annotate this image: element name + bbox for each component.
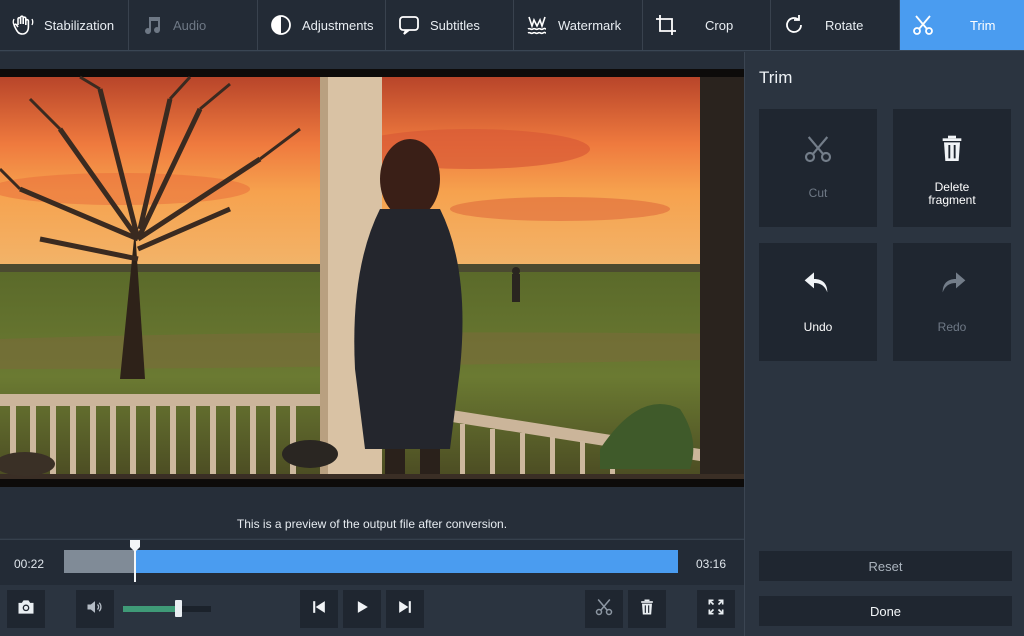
timeline-played-segment: [64, 550, 135, 573]
trash-icon: [934, 131, 970, 167]
trim-panel: Trim Cut Delete fragment Undo Redo Reset…: [744, 52, 1024, 636]
preview-note: This is a preview of the output file aft…: [236, 517, 508, 531]
delete-fragment-button[interactable]: Delete fragment: [893, 109, 1011, 227]
tab-label: Rotate: [825, 17, 864, 33]
volume-slider[interactable]: [123, 600, 211, 617]
play-button[interactable]: [343, 590, 381, 628]
tab-label: Crop: [705, 17, 734, 33]
tab-label: Stabilization: [44, 17, 115, 33]
video-still-image: [0, 69, 744, 487]
tab-audio[interactable]: Audio: [129, 0, 258, 50]
video-frame[interactable]: [0, 69, 744, 487]
trash-icon: [637, 597, 657, 622]
undo-button[interactable]: Undo: [759, 243, 877, 361]
cut-button[interactable]: [585, 590, 623, 628]
tab-label: Watermark: [558, 17, 622, 33]
tab-crop[interactable]: Crop: [643, 0, 771, 50]
undo-label: Undo: [803, 320, 833, 334]
speaker-icon: [85, 597, 105, 622]
hand-icon: [10, 12, 36, 38]
redo-button[interactable]: Redo: [893, 243, 1011, 361]
delete-fragment-label: Delete fragment: [928, 180, 976, 207]
skip-forward-icon: [395, 597, 415, 622]
volume-level: [123, 606, 178, 612]
panel-title: Trim: [759, 68, 793, 87]
camera-icon: [16, 597, 36, 622]
music-note-icon: [139, 12, 165, 38]
effects-toolbar: Stabilization Audio Adjustments Subtitle…: [0, 0, 1024, 51]
speech-bubble-icon: [396, 12, 422, 38]
play-icon: [352, 597, 372, 622]
skip-back-icon: [309, 597, 329, 622]
scissors-icon: [910, 12, 936, 38]
tab-subtitles[interactable]: Subtitles: [386, 0, 514, 50]
watermark-icon: [524, 12, 550, 38]
tab-stabilization[interactable]: Stabilization: [0, 0, 129, 50]
done-button[interactable]: Done: [759, 596, 1012, 626]
snapshot-button[interactable]: [7, 590, 45, 628]
current-time: 00:22: [14, 557, 45, 571]
tab-rotate[interactable]: Rotate: [771, 0, 900, 50]
app-window: Stabilization Audio Adjustments Subtitle…: [0, 0, 1024, 636]
fullscreen-button[interactable]: [697, 590, 735, 628]
mute-button[interactable]: [76, 590, 114, 628]
tab-trim[interactable]: Trim: [900, 0, 1024, 50]
tab-label: Adjustments: [302, 17, 374, 33]
contrast-icon: [268, 12, 294, 38]
reset-button[interactable]: Reset: [759, 551, 1012, 581]
crop-icon: [653, 12, 679, 38]
redo-icon: [934, 265, 970, 301]
tab-label: Audio: [173, 17, 207, 33]
playhead-handle[interactable]: [130, 540, 140, 582]
timeline: 00:22 03:16: [0, 539, 744, 585]
preview-area: This is a preview of the output file aft…: [0, 52, 744, 538]
scissors-icon: [800, 131, 836, 167]
timeline-track[interactable]: [64, 540, 678, 582]
cut-tile-button[interactable]: Cut: [759, 109, 877, 227]
volume-knob[interactable]: [175, 600, 182, 617]
tab-label: Subtitles: [430, 17, 480, 33]
playback-controls: [0, 585, 744, 636]
tab-label: Trim: [970, 17, 996, 33]
cut-label: Cut: [808, 186, 828, 200]
undo-icon: [800, 265, 836, 301]
next-button[interactable]: [386, 590, 424, 628]
tab-adjustments[interactable]: Adjustments: [258, 0, 386, 50]
rotate-icon: [781, 12, 807, 38]
previous-button[interactable]: [300, 590, 338, 628]
delete-button[interactable]: [628, 590, 666, 628]
tab-watermark[interactable]: Watermark: [514, 0, 643, 50]
scissors-icon: [594, 597, 614, 622]
fullscreen-icon: [706, 597, 726, 622]
redo-label: Redo: [937, 320, 967, 334]
total-duration: 03:16: [696, 557, 727, 571]
